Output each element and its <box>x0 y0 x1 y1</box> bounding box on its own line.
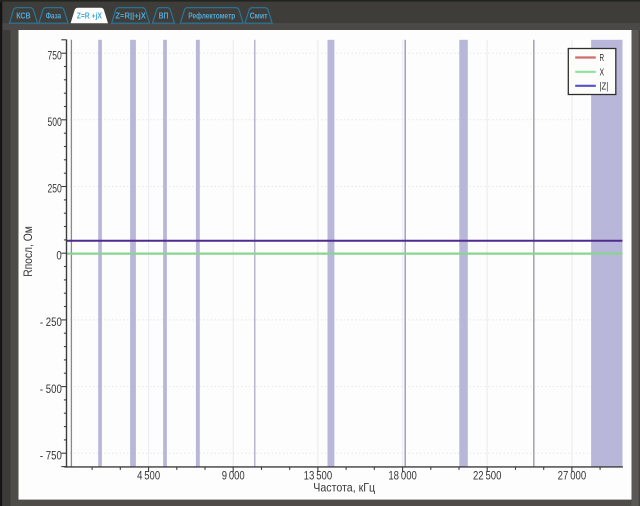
svg-text:Рефлектометр: Рефлектометр <box>188 11 235 20</box>
svg-text:X: X <box>600 67 605 78</box>
svg-text:Фаза: Фаза <box>46 11 62 20</box>
svg-text:Частота, кГц: Частота, кГц <box>313 481 375 495</box>
svg-text:22 500: 22 500 <box>473 469 502 483</box>
svg-text:- 500: - 500 <box>40 382 62 396</box>
svg-text:0: 0 <box>56 248 62 262</box>
svg-text:750: 750 <box>48 48 63 62</box>
svg-text:250: 250 <box>48 182 63 196</box>
svg-text:4 500: 4 500 <box>137 469 160 483</box>
svg-text:R: R <box>600 53 605 64</box>
svg-text:- 750: - 750 <box>40 448 62 462</box>
svg-text:500: 500 <box>48 115 63 129</box>
svg-text:27 000: 27 000 <box>558 469 587 483</box>
svg-text:|Z|: |Z| <box>600 81 609 92</box>
svg-text:- 250: - 250 <box>40 315 62 329</box>
svg-text:ВП: ВП <box>159 11 169 20</box>
svg-text:Z=R +jX: Z=R +jX <box>77 11 103 20</box>
svg-text:Z=R||+jX: Z=R||+jX <box>115 11 146 20</box>
svg-text:КСВ: КСВ <box>16 11 31 20</box>
svg-text:18 000: 18 000 <box>388 469 417 483</box>
svg-text:Rпосл, Ом: Rпосл, Ом <box>21 226 35 277</box>
svg-text:9 000: 9 000 <box>222 469 245 483</box>
svg-text:Смит: Смит <box>250 11 268 20</box>
